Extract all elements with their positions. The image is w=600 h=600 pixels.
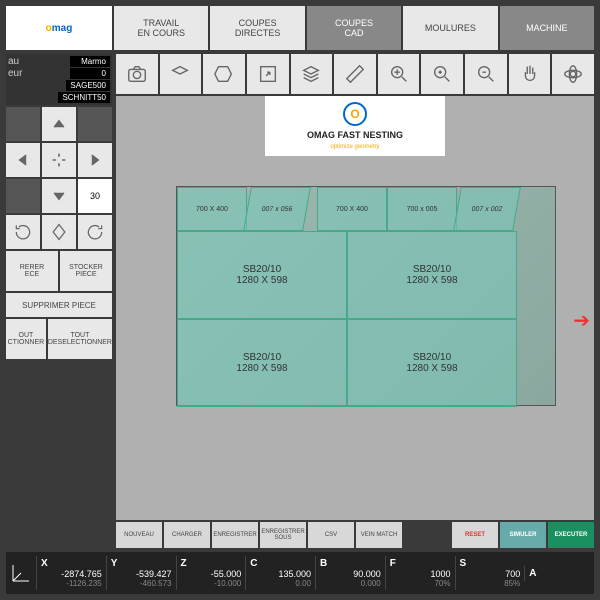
tab-machine[interactable]: MACHINE bbox=[500, 6, 594, 50]
rotate-left-icon[interactable] bbox=[6, 215, 40, 249]
material-label: au bbox=[8, 56, 19, 67]
layers-icon[interactable] bbox=[291, 54, 333, 94]
zoom-in-icon[interactable] bbox=[421, 54, 463, 94]
param2-value: SCHNITT50 bbox=[58, 92, 110, 103]
ruler-icon[interactable] bbox=[334, 54, 376, 94]
cut-piece[interactable]: 700 X 400 bbox=[317, 187, 387, 231]
cut-piece[interactable]: 007 x 002 bbox=[453, 187, 521, 231]
cut-piece[interactable]: SB20/101280 X 598 bbox=[347, 231, 517, 319]
axis-a: A bbox=[524, 566, 594, 581]
nav-center[interactable] bbox=[42, 143, 76, 177]
param1-value: SAGE500 bbox=[66, 80, 110, 91]
nav-nw[interactable] bbox=[6, 107, 40, 141]
status-bar: X-2874.765-1126.235 Y-539.427-460.573 Z-… bbox=[6, 552, 594, 594]
axis-x: X-2874.765-1126.235 bbox=[36, 556, 106, 590]
shape-icon[interactable] bbox=[160, 54, 202, 94]
nav-down[interactable] bbox=[42, 179, 76, 213]
logo: omag bbox=[6, 6, 112, 50]
right-arrow-icon[interactable]: ➔ bbox=[573, 308, 590, 333]
nouveau-button[interactable]: NOUVEAU bbox=[116, 522, 162, 548]
nesting-subtitle: optimize geometry bbox=[330, 144, 379, 150]
nav-ne[interactable] bbox=[78, 107, 112, 141]
nav-left[interactable] bbox=[6, 143, 40, 177]
nav-right[interactable] bbox=[78, 143, 112, 177]
tab-moulures[interactable]: MOULURES bbox=[403, 6, 497, 50]
vein-match-button[interactable]: VEIN MATCH bbox=[356, 522, 402, 548]
axis-y: Y-539.427-460.573 bbox=[106, 556, 176, 590]
axis-z: Z-55.000-10.000 bbox=[176, 556, 246, 590]
reset-button[interactable]: RESET bbox=[452, 522, 498, 548]
rotate-right-icon[interactable] bbox=[78, 215, 112, 249]
nav-sw[interactable] bbox=[6, 179, 40, 213]
thickness-value: 0 bbox=[70, 68, 110, 79]
tab-coupes-cad[interactable]: COUPES CAD bbox=[307, 6, 401, 50]
cut-piece[interactable]: 700 x 005 bbox=[387, 187, 457, 231]
zoom-out-icon[interactable] bbox=[465, 54, 507, 94]
camera-icon[interactable] bbox=[116, 54, 158, 94]
axis-c: C135.0000.00 bbox=[245, 556, 315, 590]
cut-piece[interactable]: 007 x 056 bbox=[243, 187, 311, 231]
orbit-icon[interactable] bbox=[552, 54, 594, 94]
nav-up[interactable] bbox=[42, 107, 76, 141]
axis-b: B90.0000.000 bbox=[315, 556, 385, 590]
executer-button[interactable]: EXECUTER bbox=[548, 522, 594, 548]
polygon-icon[interactable] bbox=[203, 54, 245, 94]
diamond-icon[interactable] bbox=[42, 215, 76, 249]
tout-selectionner-button[interactable]: OUT CTIONNER bbox=[6, 319, 46, 359]
zoom-fit-icon[interactable] bbox=[378, 54, 420, 94]
axes-icon bbox=[6, 561, 36, 585]
enregistrer-button[interactable]: ENREGISTRER bbox=[212, 522, 258, 548]
cut-piece[interactable]: 700 X 400 bbox=[177, 187, 247, 231]
material-value: Marmo bbox=[70, 56, 110, 67]
export-icon[interactable] bbox=[247, 54, 289, 94]
cut-piece[interactable]: SB20/101280 X 598 bbox=[177, 231, 347, 319]
axis-s: S70085% bbox=[455, 556, 525, 590]
charger-button[interactable]: CHARGER bbox=[164, 522, 210, 548]
csv-button[interactable]: CSV bbox=[308, 522, 354, 548]
tab-travail[interactable]: TRAVAIL EN COURS bbox=[114, 6, 208, 50]
tab-coupes-directes[interactable]: COUPES DIRECTES bbox=[210, 6, 304, 50]
simuler-button[interactable]: SIMULER bbox=[500, 522, 546, 548]
canvas[interactable]: O OMAG FAST NESTING optimize geometry 70… bbox=[116, 96, 594, 520]
slab[interactable]: 700 X 400 007 x 056 700 X 400 700 x 005 … bbox=[176, 186, 556, 406]
info-panel: au Marmo eur 0 SAGE500 SCHNITT50 bbox=[6, 54, 112, 105]
stocker-piece-button[interactable]: STOCKER PIECE bbox=[60, 251, 112, 291]
pan-icon[interactable] bbox=[509, 54, 551, 94]
cut-piece[interactable]: SB20/101280 X 598 bbox=[347, 319, 517, 407]
nesting-badge: O OMAG FAST NESTING optimize geometry bbox=[265, 96, 445, 156]
liberer-piece-button[interactable]: RERER ECE bbox=[6, 251, 58, 291]
thickness-label: eur bbox=[8, 68, 22, 79]
supprimer-piece-button[interactable]: SUPPRIMER PIECE bbox=[6, 293, 112, 317]
tout-deselectionner-button[interactable]: TOUT DESELECTIONNER bbox=[48, 319, 112, 359]
enregistrer-sous-button[interactable]: ENREGISTRER SOUS bbox=[260, 522, 306, 548]
cut-piece[interactable]: SB20/101280 X 598 bbox=[177, 319, 347, 407]
nesting-title: OMAG FAST NESTING bbox=[307, 130, 403, 140]
step-value[interactable]: 30 bbox=[78, 179, 112, 213]
axis-f: F100070% bbox=[385, 556, 455, 590]
